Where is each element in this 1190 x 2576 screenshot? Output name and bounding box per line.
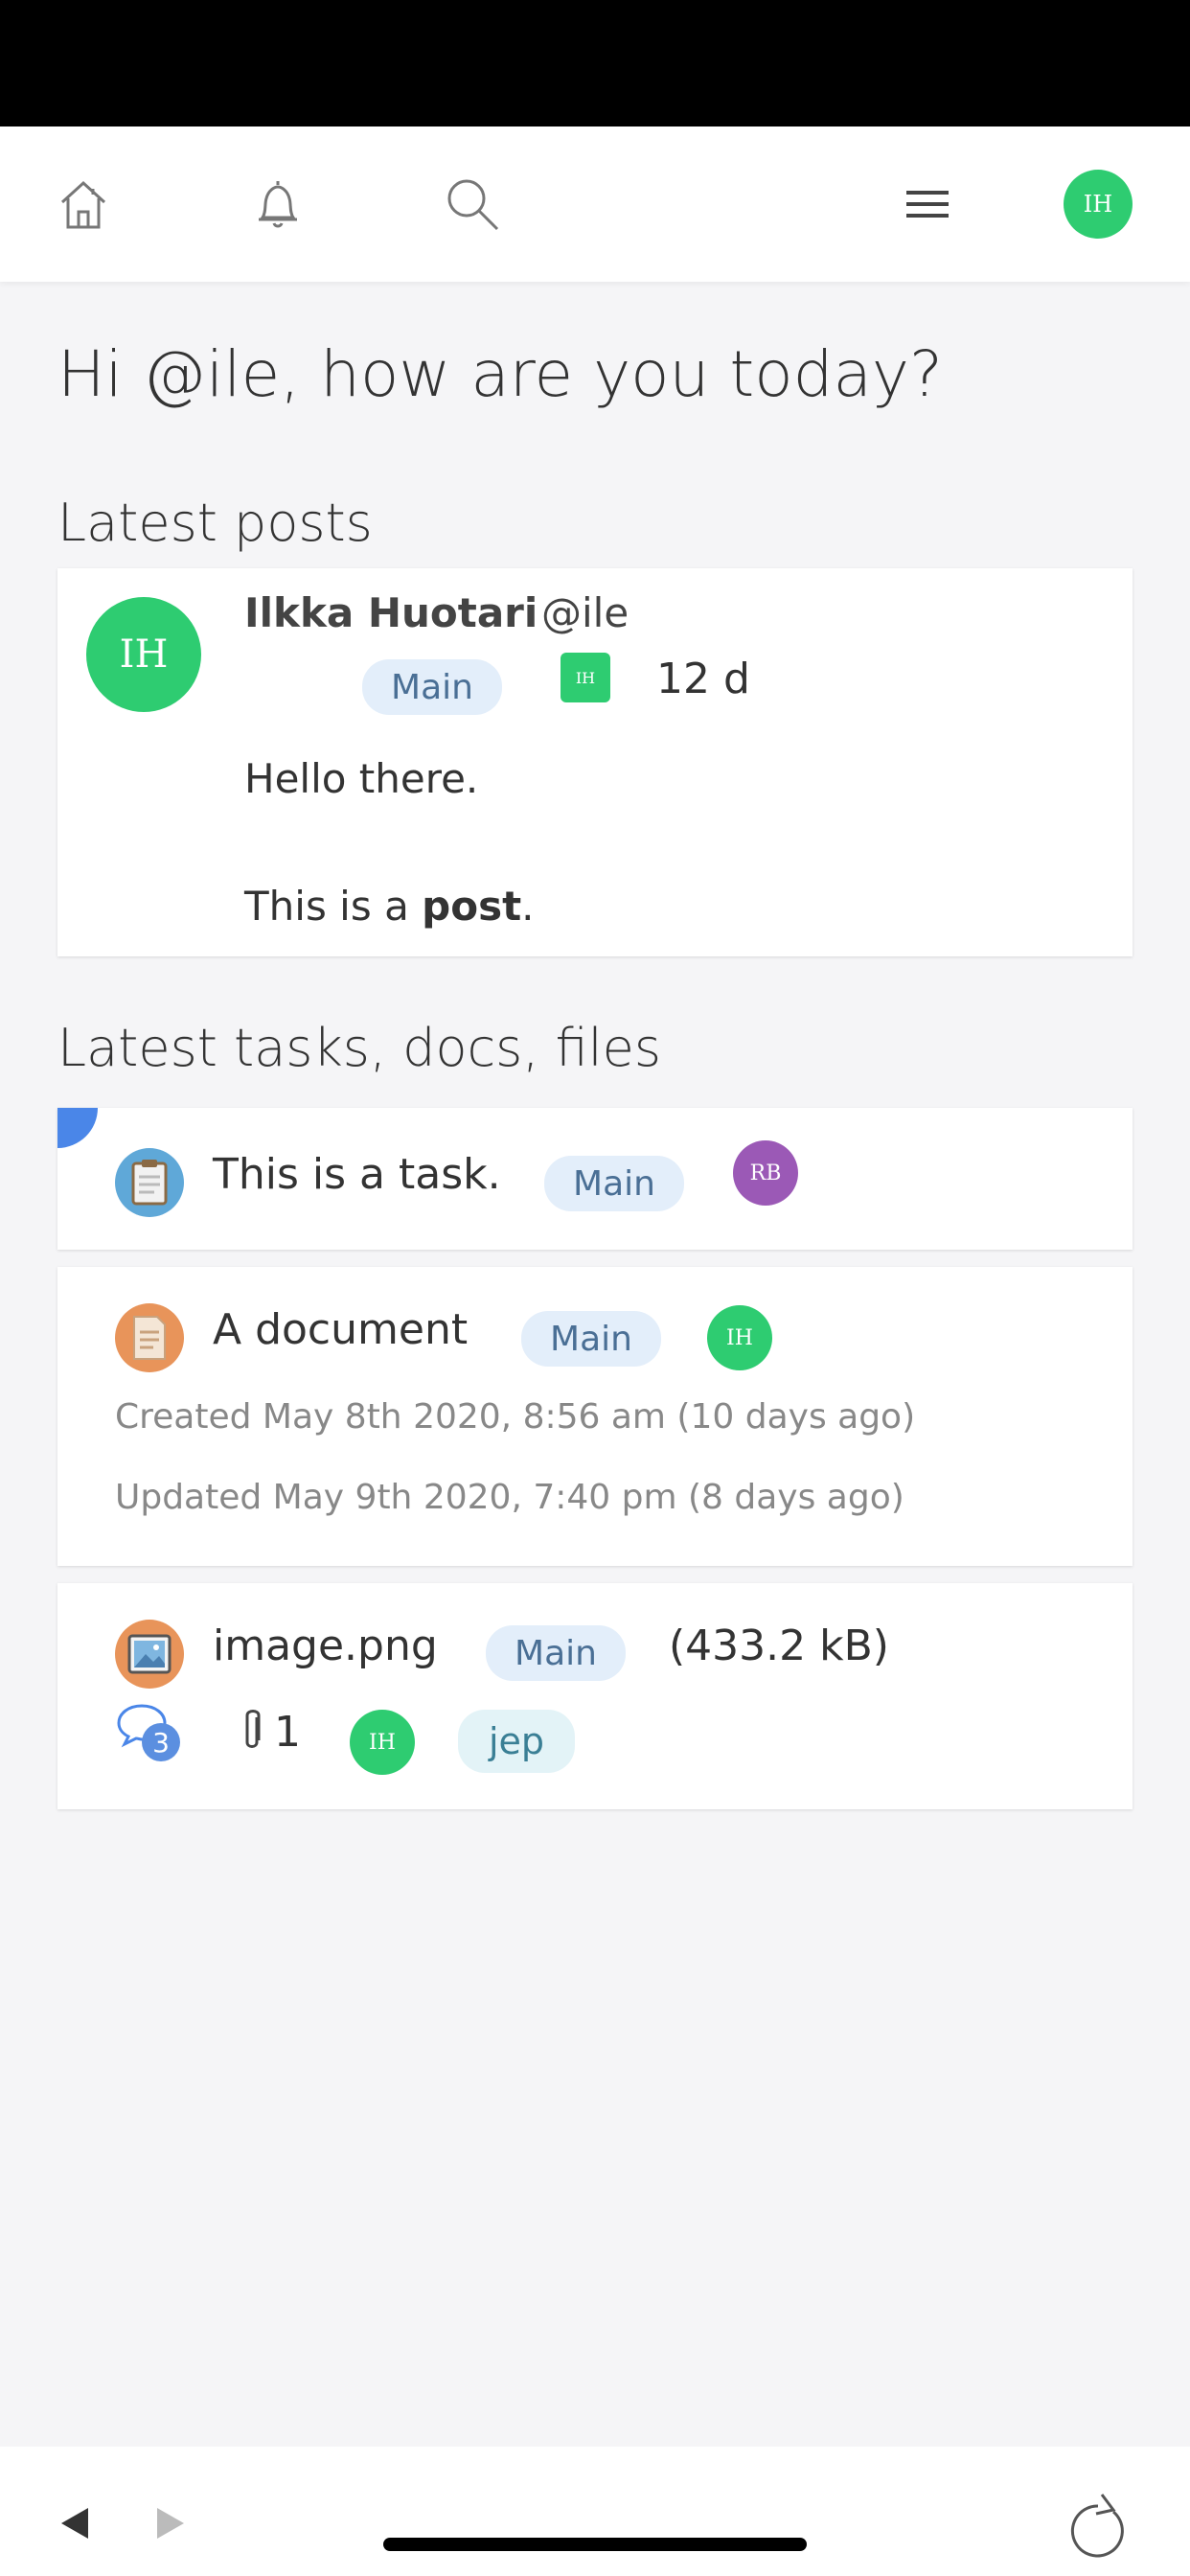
clipboard-icon	[115, 1148, 184, 1217]
file-tag[interactable]: jep	[458, 1710, 575, 1773]
user-avatar[interactable]: IH	[1064, 170, 1133, 239]
document-owner-avatar[interactable]: IH	[707, 1305, 772, 1370]
post-mini-avatar: IH	[561, 653, 610, 702]
task-project-tag[interactable]: Main	[544, 1156, 684, 1211]
post-age: 12 d	[656, 655, 750, 703]
reload-icon[interactable]	[1065, 2487, 1131, 2560]
image-file-icon	[115, 1620, 184, 1689]
task-title[interactable]: This is a task.	[213, 1150, 501, 1199]
status-bar	[0, 0, 1190, 126]
file-title[interactable]: image.png	[213, 1622, 438, 1670]
file-card[interactable]: image.png Main (433.2 kB) 3 1 IH jep	[57, 1583, 1133, 1809]
home-indicator	[383, 2538, 807, 2551]
comments-indicator[interactable]: 3	[115, 1702, 184, 1763]
post-author-avatar[interactable]: IH	[86, 597, 201, 712]
post-project-tag[interactable]: Main	[362, 659, 502, 715]
home-icon[interactable]	[50, 171, 117, 238]
document-card[interactable]: A document Main IH Created May 8th 2020,…	[57, 1267, 1133, 1566]
latest-items-heading: Latest tasks, docs, files	[57, 1018, 662, 1078]
latest-posts-heading: Latest posts	[57, 493, 373, 553]
post-card[interactable]: IH Ilkka Huotari @ile Main IH 12 d Hello…	[57, 568, 1133, 956]
back-arrow-icon[interactable]	[56, 2504, 94, 2542]
post-author-name[interactable]: Ilkka Huotari	[244, 589, 538, 636]
post-author-handle: @ile	[541, 589, 629, 636]
browser-bottom-bar	[0, 2447, 1190, 2576]
task-assignee-avatar[interactable]: RB	[733, 1140, 798, 1206]
post-body-line: This is a post.	[244, 883, 535, 930]
forward-arrow-icon[interactable]	[151, 2504, 190, 2542]
file-owner-avatar[interactable]: IH	[350, 1710, 415, 1775]
search-icon[interactable]	[439, 171, 506, 238]
bell-icon[interactable]	[244, 171, 311, 238]
file-project-tag[interactable]: Main	[486, 1625, 626, 1681]
attachment-count: 1	[274, 1708, 301, 1757]
top-navigation: IH	[0, 126, 1190, 282]
greeting-heading: Hi @ile, how are you today?	[57, 337, 943, 411]
task-card[interactable]: This is a task. Main RB	[57, 1108, 1133, 1250]
document-project-tag[interactable]: Main	[521, 1311, 661, 1367]
document-created: Created May 8th 2020, 8:56 am (10 days a…	[115, 1397, 916, 1437]
task-status-corner	[57, 1108, 98, 1148]
document-icon	[115, 1303, 184, 1372]
paperclip-icon	[238, 1708, 266, 1756]
comment-count-badge: 3	[142, 1723, 180, 1761]
file-size: (433.2 kB)	[669, 1622, 889, 1670]
document-updated: Updated May 9th 2020, 7:40 pm (8 days ag…	[115, 1478, 904, 1517]
menu-icon[interactable]	[894, 171, 961, 238]
document-title[interactable]: A document	[213, 1305, 468, 1354]
post-body-line: Hello there.	[244, 755, 479, 802]
